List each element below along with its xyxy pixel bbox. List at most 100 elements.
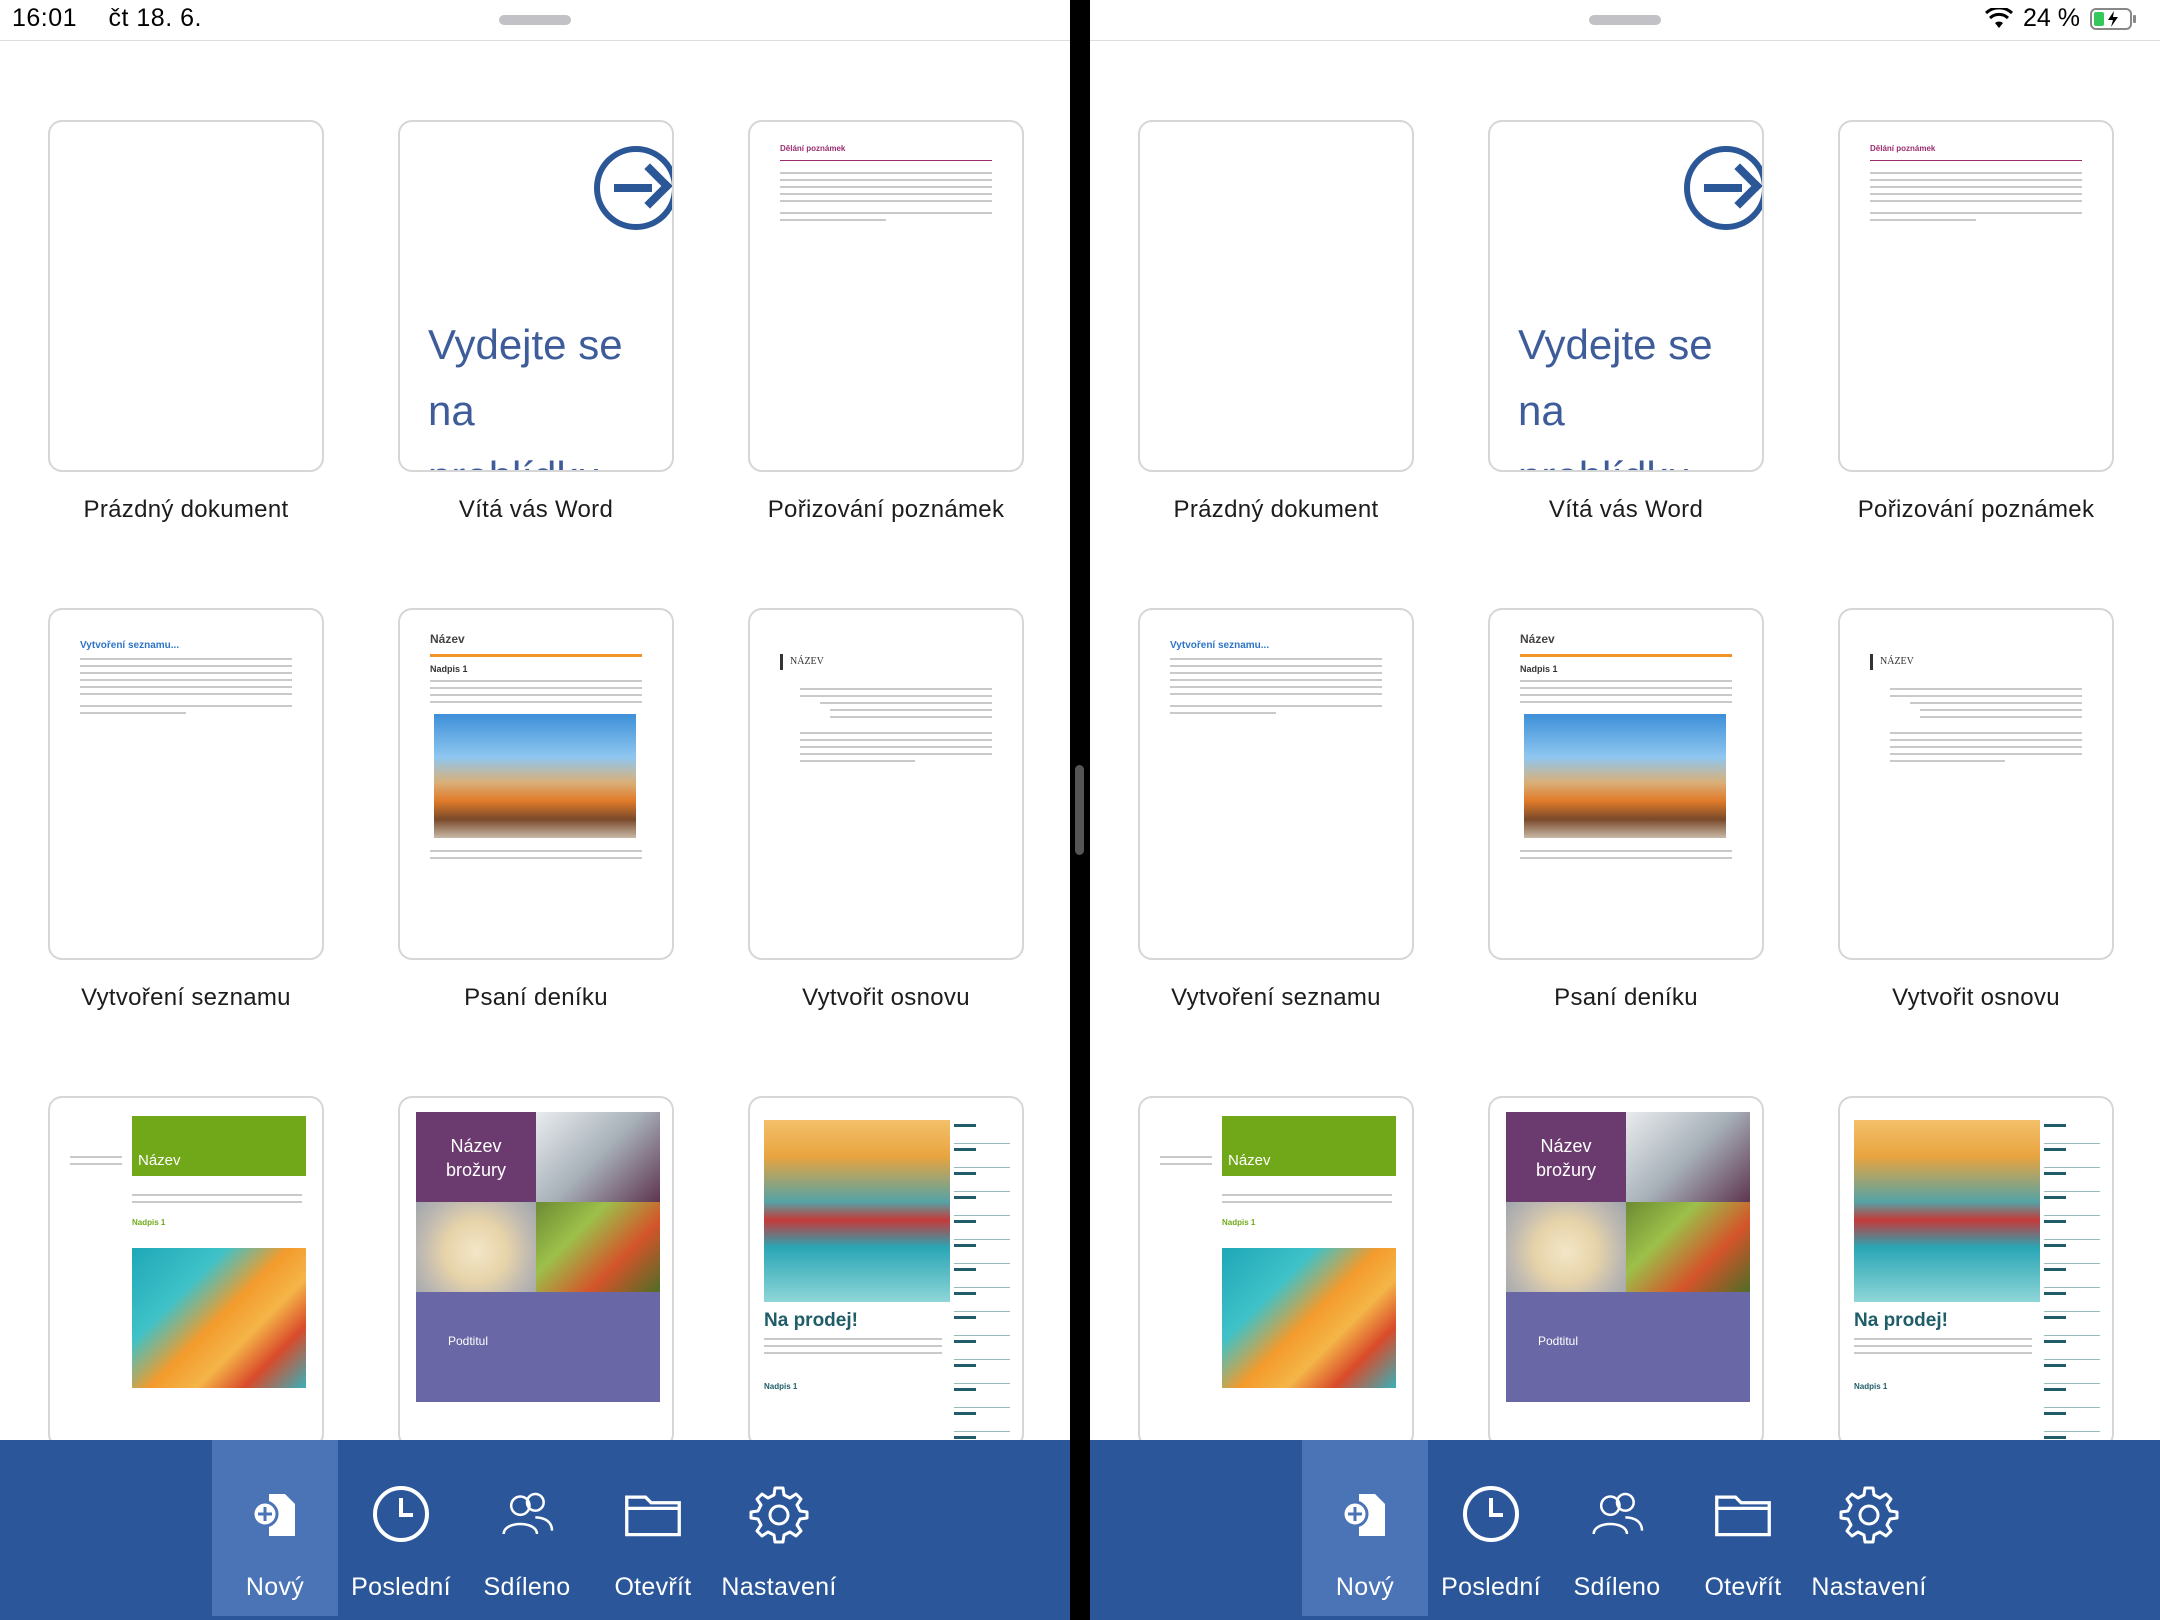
status-time: 16:01 [12, 4, 78, 32]
template-thumbnail: NÁZEV [748, 608, 1024, 960]
preview-lines [80, 658, 292, 719]
preview-title: Dělání poznámek [780, 144, 846, 153]
preview-bar [1870, 654, 1873, 670]
preview-heading: Nadpis 1 [1854, 1382, 1888, 1391]
preview-footer: Podtitul [1506, 1292, 1750, 1402]
preview-title: NÁZEV [1880, 656, 1914, 667]
template-journal[interactable]: Název Nadpis 1 Psaní deníku [1488, 608, 1764, 1011]
split-view-handle[interactable] [1075, 765, 1084, 855]
preview-text: Vydejte se na prohlídku [1518, 321, 1713, 470]
preview-lines [1160, 1156, 1212, 1170]
new-document-icon [1335, 1484, 1395, 1544]
preview-lines [430, 680, 642, 708]
template-thumbnail: Vydejte se na prohlídku [1488, 120, 1764, 472]
template-label: Prázdný dokument [1173, 496, 1379, 523]
template-label: Prázdný dokument [83, 496, 289, 523]
template-thumbnail: Na prodej! Nadpis 1 [748, 1096, 1024, 1448]
template-thumbnail: Název brožury Podtitul [1488, 1096, 1764, 1448]
preview-lines [764, 1338, 942, 1359]
preview-title: Název [1520, 632, 1555, 646]
wifi-icon [1985, 7, 2014, 28]
preview-heading: Nadpis 1 [1222, 1218, 1256, 1227]
preview-title-box: Název brožury [416, 1112, 536, 1202]
preview-lines [1870, 172, 2082, 226]
template-welcome[interactable]: Vydejte se na prohlídku Vítá vás Word [398, 120, 674, 523]
preview-rule [1870, 160, 2082, 161]
template-journal[interactable]: Název Nadpis 1 Psaní deníku [398, 608, 674, 1011]
boats-image [764, 1120, 950, 1302]
preview-heading: Nadpis 1 [1520, 664, 1558, 674]
glassware-image [1626, 1112, 1750, 1202]
template-notes[interactable]: Dělání poznámek Pořizování poznámek [748, 120, 1024, 523]
preview-lines [1222, 1194, 1392, 1208]
preview-footer: Podtitul [416, 1292, 660, 1402]
preview-rule [1520, 654, 1732, 657]
template-thumbnail: Vytvoření seznamu... [1138, 608, 1414, 960]
template-newsletter[interactable]: Název Nadpis 1 [48, 1096, 324, 1448]
clock-icon [371, 1484, 431, 1544]
preview-lines [800, 688, 992, 767]
template-label: Pořizování poznámek [1857, 496, 2095, 523]
template-thumbnail: Název Nadpis 1 [1138, 1096, 1414, 1448]
template-brochure[interactable]: Název brožury Podtitul [1488, 1096, 1764, 1448]
template-outline[interactable]: NÁZEV Vytvořit osnovu [1838, 608, 2114, 1011]
salad-image [536, 1202, 660, 1292]
preview-title: Název [138, 1152, 181, 1169]
tab-label: Nastavení [721, 1573, 837, 1601]
tab-label: Nastavení [1811, 1573, 1927, 1601]
template-outline[interactable]: NÁZEV Vytvořit osnovu [748, 608, 1024, 1011]
template-thumbnail [1138, 120, 1414, 472]
template-label: Psaní deníku [464, 984, 608, 1011]
salad-image [1626, 1202, 1750, 1292]
glassware-image [536, 1112, 660, 1202]
template-list[interactable]: Vytvoření seznamu... Vytvoření seznamu [1138, 608, 1414, 1011]
preview-rule [780, 160, 992, 161]
preview-banner: Název [1222, 1116, 1396, 1176]
template-forsale[interactable]: Na prodej! Nadpis 1 [1838, 1096, 2114, 1448]
preview-title: Vytvoření seznamu... [80, 640, 180, 651]
template-label: Vítá vás Word [1548, 496, 1704, 523]
preview-lines [1520, 850, 1732, 864]
template-thumbnail: Název brožury Podtitul [398, 1096, 674, 1448]
template-thumbnail: Dělání poznámek [1838, 120, 2114, 472]
tab-settings[interactable]: Nastavení [1806, 1440, 1932, 1616]
tab-settings[interactable]: Nastavení [716, 1440, 842, 1616]
bottom-tab-bar: Nový Poslední Sdíleno Otevřít Nastavení [1090, 1440, 2160, 1620]
fruit-image [1222, 1248, 1396, 1388]
template-forsale[interactable]: Na prodej! Nadpis 1 [748, 1096, 1024, 1448]
template-notes[interactable]: Dělání poznámek Pořizování poznámek [1838, 120, 2114, 523]
preview-bar [780, 654, 783, 670]
gear-icon [1839, 1484, 1899, 1544]
preview-title: Název [1228, 1152, 1271, 1169]
preview-title: Dělání poznámek [1870, 144, 1936, 153]
template-list[interactable]: Vytvoření seznamu... Vytvoření seznamu [48, 608, 324, 1011]
pasta-image [416, 1202, 536, 1292]
battery-charging-icon [2090, 7, 2136, 30]
fruit-image [132, 1248, 306, 1388]
bottom-tab-bar: Nový Poslední Sdíleno Otevřít Nastavení [0, 1440, 1070, 1620]
boats-image [1854, 1120, 2040, 1302]
template-thumbnail: Dělání poznámek [748, 120, 1024, 472]
template-blank[interactable]: Prázdný dokument [1138, 120, 1414, 523]
template-thumbnail: Název Nadpis 1 [398, 608, 674, 960]
pasta-image [1506, 1202, 1626, 1292]
preview-title: NÁZEV [790, 656, 824, 667]
template-thumbnail: Vytvoření seznamu... [48, 608, 324, 960]
status-date: čt 18. 6. [108, 4, 202, 32]
clock-icon [1461, 1484, 1521, 1544]
template-blank[interactable]: Prázdný dokument [48, 120, 324, 523]
template-label: Vítá vás Word [458, 496, 614, 523]
preview-lines [1890, 688, 2082, 767]
template-label: Vytvořit osnovu [1892, 984, 2060, 1011]
template-thumbnail: Vydejte se na prohlídku [398, 120, 674, 472]
preview-heading: Nadpis 1 [132, 1218, 166, 1227]
template-welcome[interactable]: Vydejte se na prohlídku Vítá vás Word [1488, 120, 1764, 523]
preview-title: Název [430, 632, 465, 646]
template-label: Vytvořit osnovu [802, 984, 970, 1011]
preview-title: Na prodej! [764, 1310, 858, 1331]
template-brochure[interactable]: Název brožury Podtitul [398, 1096, 674, 1448]
right-pane: Prázdný dokument Vydejte se na prohlídku… [1090, 0, 2160, 1620]
template-newsletter[interactable]: Název Nadpis 1 [1138, 1096, 1414, 1448]
preview-heading: Nadpis 1 [430, 664, 468, 674]
template-label: Vytvoření seznamu [81, 984, 291, 1011]
